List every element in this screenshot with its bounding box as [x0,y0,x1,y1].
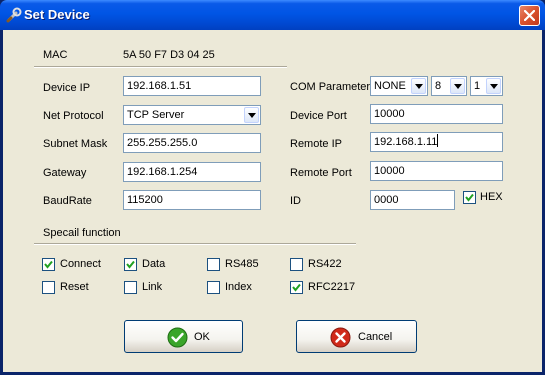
device-ip-label: Device IP [43,82,91,94]
mac-label: MAC [43,49,68,61]
rs485-checkbox[interactable] [207,258,220,271]
checkmark-icon [44,260,53,269]
data-bits-select[interactable]: 8 [431,76,467,96]
hex-label: HEX [480,191,503,203]
title-bar[interactable]: Set Device [0,0,545,30]
stop-bits-select[interactable]: 1 [470,76,503,96]
special-separator [34,243,356,245]
subnet-mask-label: Subnet Mask [43,138,108,150]
index-label: Index [225,281,252,293]
connect-checkbox[interactable] [42,258,55,271]
net-protocol-value: TCP Server [127,109,185,121]
remote-ip-value: 192.168.1.11 [374,136,438,148]
chevron-down-icon[interactable] [450,78,465,94]
rs422-label: RS422 [308,258,342,270]
index-checkbox[interactable] [207,281,220,294]
device-port-input[interactable]: 10000 [370,104,503,124]
stop-bits-value: 1 [474,80,481,92]
net-protocol-label: Net Protocol [43,110,104,122]
chevron-down-icon[interactable] [244,107,259,123]
chevron-down-icon[interactable] [411,78,426,94]
close-icon [524,10,535,21]
rs422-checkbox[interactable] [290,258,303,271]
x-circle-icon [330,327,351,348]
baudrate-input[interactable]: 115200 [123,190,261,210]
mac-separator [34,66,287,68]
checkmark-icon [292,283,301,292]
rs485-label: RS485 [225,258,259,270]
remote-port-input[interactable]: 10000 [370,161,503,181]
cancel-button[interactable]: Cancel [296,320,417,353]
ok-button[interactable]: OK [124,320,243,353]
id-input[interactable]: 0000 [370,190,455,210]
cancel-label: Cancel [358,331,393,343]
link-label: Link [142,281,163,293]
remote-ip-input[interactable]: 192.168.1.11 [370,132,503,152]
rfc2217-label: RFC2217 [308,281,356,293]
ok-label: OK [194,331,210,343]
set-device-dialog: Set Device MAC 5A 50 F7 D3 04 25 Device … [0,0,545,375]
data-bits-value: 8 [435,80,442,92]
window-title: Set Device [24,7,90,22]
check-circle-icon [167,327,188,348]
reset-checkbox[interactable] [42,281,55,294]
device-ip-input[interactable]: 192.168.1.51 [123,76,261,96]
remote-ip-label: Remote IP [290,138,342,150]
tools-icon [6,7,22,23]
parity-select[interactable]: NONE [370,76,428,96]
com-parameter-label: COM Parameter [290,81,371,93]
checkmark-icon [126,260,135,269]
special-function-heading: Specail function [43,227,121,239]
text-caret [437,134,439,147]
baudrate-label: BaudRate [43,195,92,207]
hex-checkbox[interactable] [463,191,476,204]
net-protocol-select[interactable]: TCP Server [123,105,261,125]
data-label: Data [142,258,166,270]
remote-port-label: Remote Port [290,167,352,179]
data-checkbox[interactable] [124,258,137,271]
dialog-client-area: MAC 5A 50 F7 D3 04 25 Device IP 192.168.… [3,30,542,372]
checkmark-icon [465,193,474,202]
mac-value: 5A 50 F7 D3 04 25 [123,49,215,61]
gateway-label: Gateway [43,167,87,179]
close-button[interactable] [519,5,540,26]
parity-value: NONE [374,80,406,92]
connect-label: Connect [60,258,101,270]
id-label: ID [290,195,301,207]
link-checkbox[interactable] [124,281,137,294]
subnet-mask-input[interactable]: 255.255.255.0 [123,133,261,153]
reset-label: Reset [60,281,89,293]
gateway-input[interactable]: 192.168.1.254 [123,162,261,182]
rfc2217-checkbox[interactable] [290,281,303,294]
chevron-down-icon[interactable] [486,78,501,94]
device-port-label: Device Port [290,110,347,122]
